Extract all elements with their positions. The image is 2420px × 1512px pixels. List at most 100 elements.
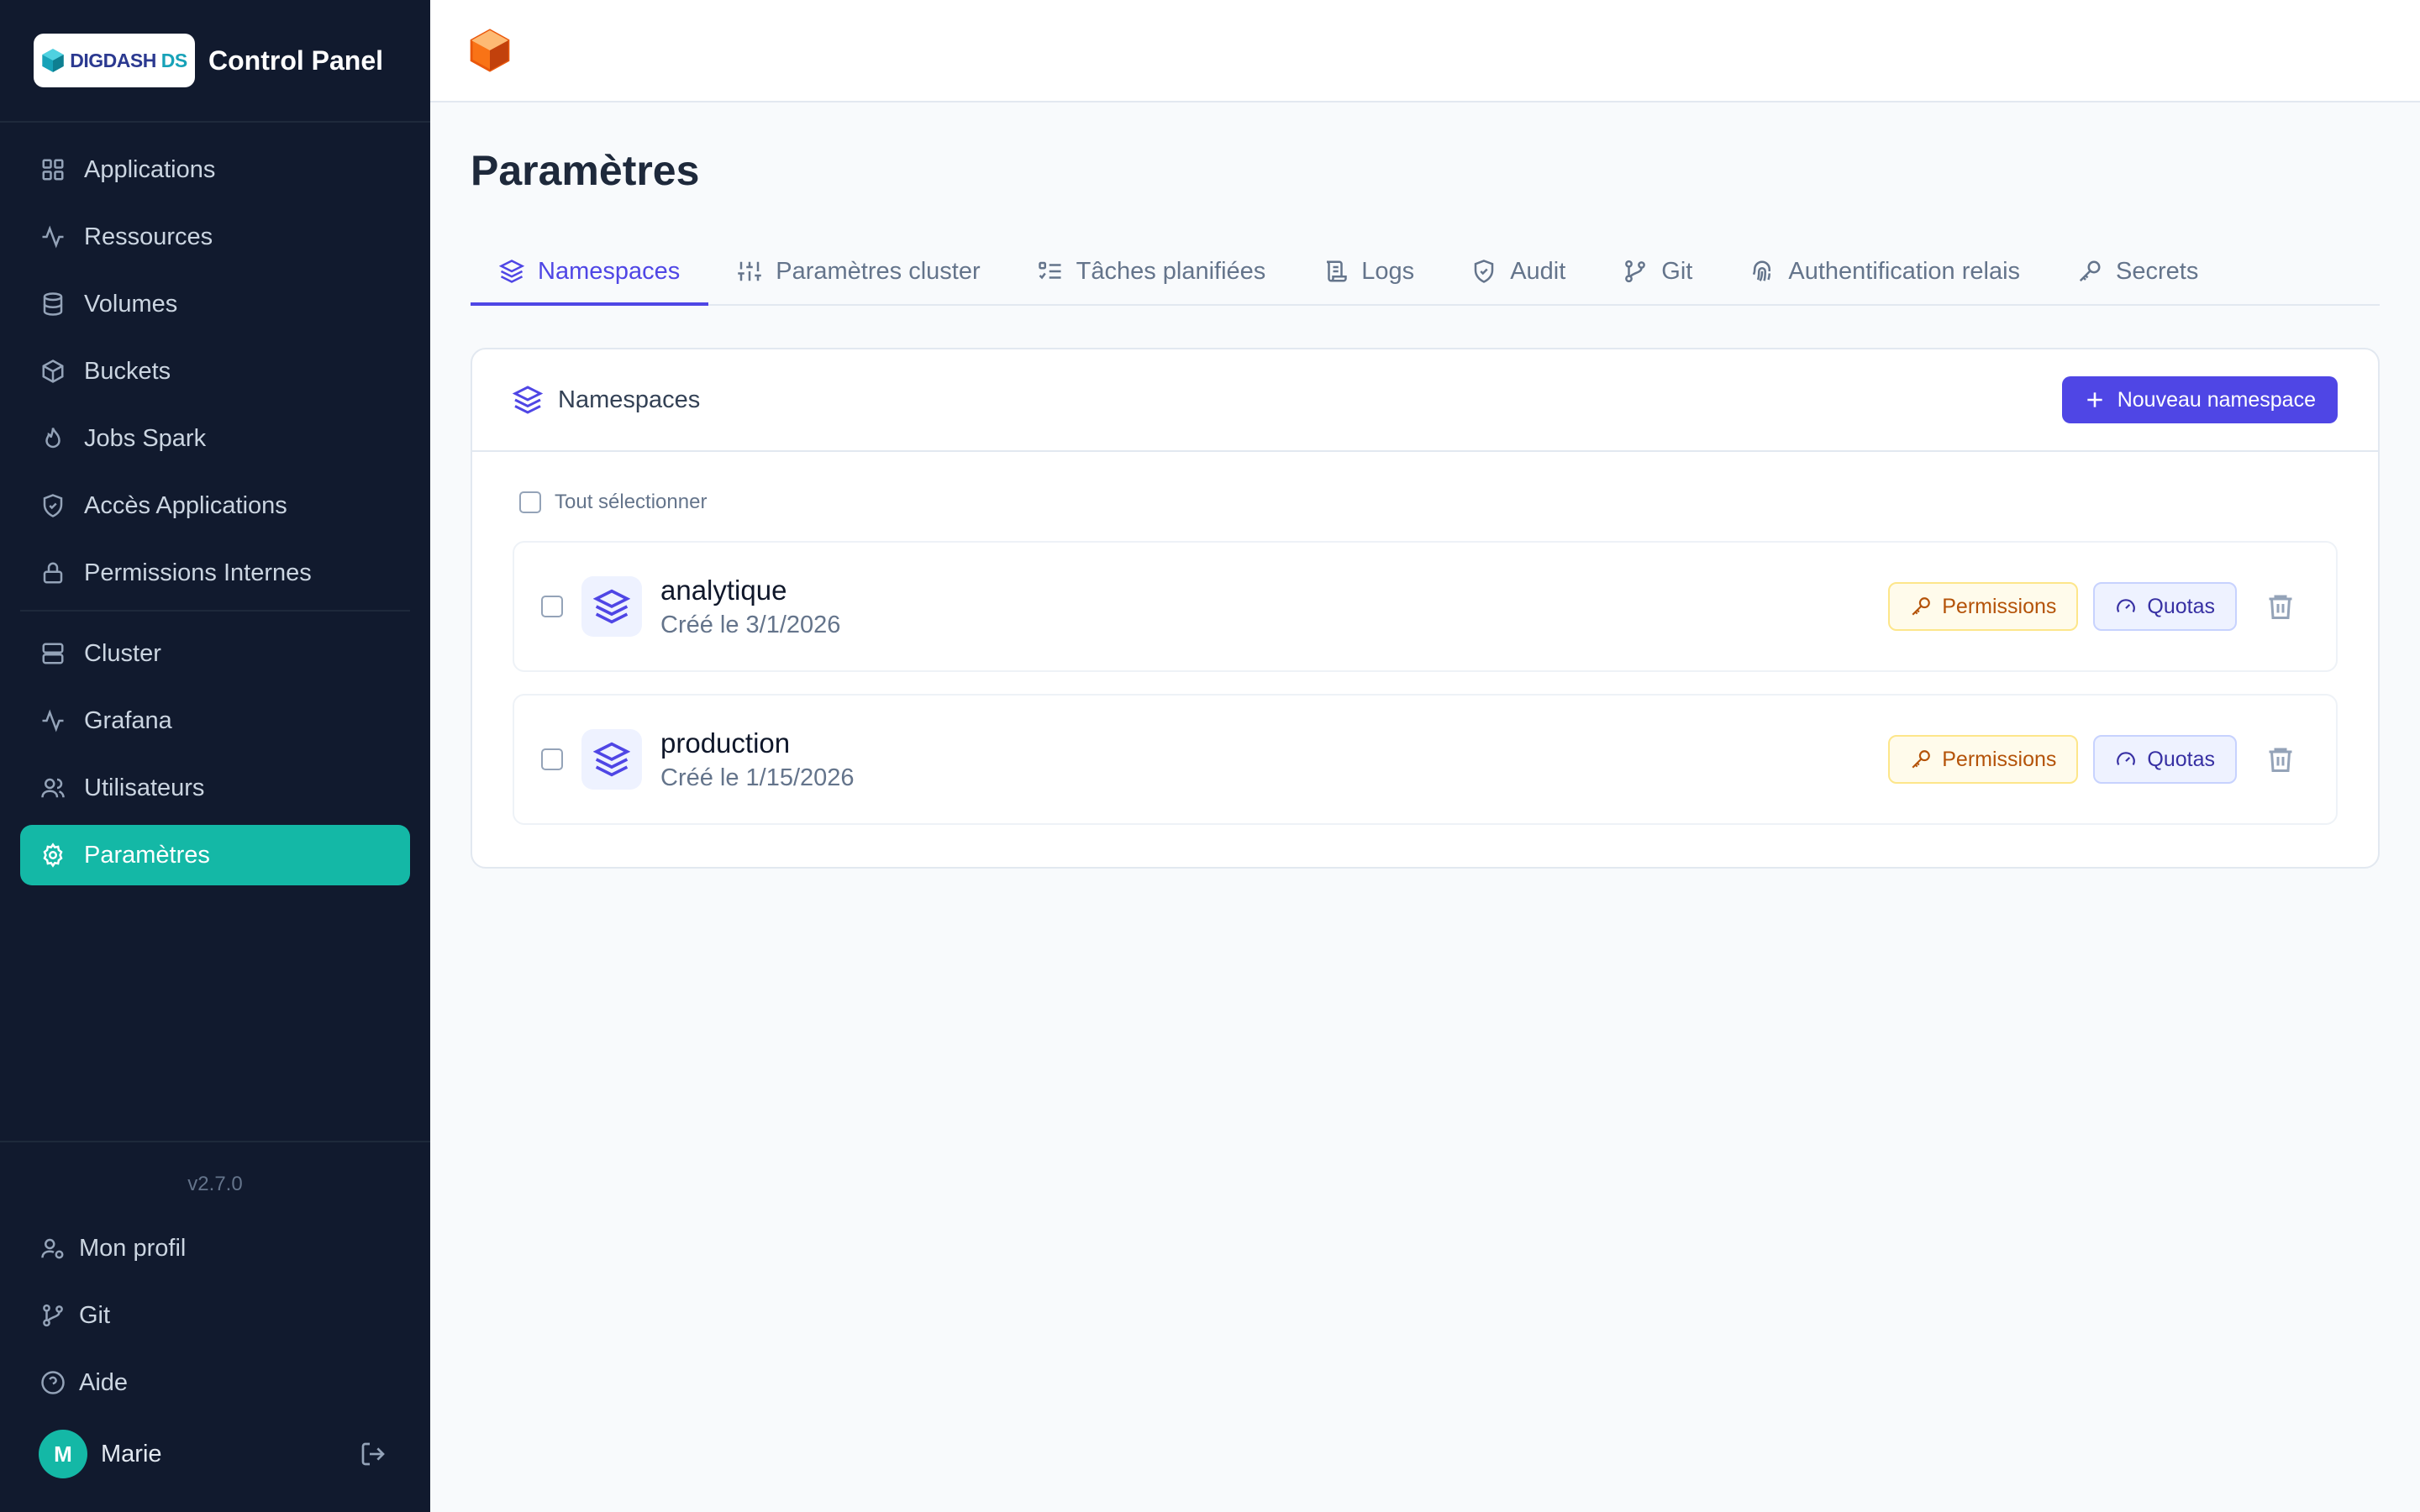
tab-label: Authentification relais [1788,257,2021,285]
tab-taches-planifiees[interactable]: Tâches planifiées [1009,239,1295,304]
database-icon [43,292,63,316]
settings-icon [43,843,63,868]
cube-logo-icon [42,49,64,72]
tab-authentification-relais[interactable]: Authentification relais [1721,239,2049,304]
sidebar-item-label: Ressources [84,223,213,250]
sidebar-divider [20,610,410,612]
tab-audit[interactable]: Audit [1443,239,1594,304]
quotas-label: Quotas [2147,594,2215,618]
tab-label: Audit [1510,257,1566,285]
users-icon [41,778,65,798]
namespace-created: Créé le 1/15/2026 [660,764,855,791]
tab-label: Secrets [2116,257,2199,285]
select-all-label: Tout sélectionner [555,491,708,513]
user-row: M Marie [0,1416,430,1492]
list-checks-icon [1038,261,1061,280]
tab-logs[interactable]: Logs [1294,239,1443,304]
box-icon [42,360,64,383]
brand-logo-text: DIGDASH DS [70,49,187,71]
namespace-icon-box [581,576,642,637]
sidebar-item-label: Utilisateurs [84,774,205,801]
tab-label: Paramètres cluster [776,257,981,285]
tab-label: Git [1661,257,1693,285]
tab-label: Tâches planifiées [1076,257,1266,285]
brand-logo[interactable]: DIGDASH DS [34,34,195,87]
namespaces-card: Namespaces Nouveau namespace Tout sélect… [471,348,2380,869]
sidebar-item-utilisateurs[interactable]: Utilisateurs [20,758,410,818]
tab-parametres-cluster[interactable]: Paramètres cluster [708,239,1008,304]
main-content: Paramètres Namespaces Paramètres cluster… [471,102,2380,869]
row-checkbox[interactable] [541,596,563,617]
sidebar-item-label: Aide [79,1368,129,1396]
layers-icon [499,260,524,283]
gauge-icon [2117,599,2136,612]
user-name: Marie [101,1440,162,1467]
sidebar-footer: v2.7.0 Mon profil Git Aide M Marie [0,1141,430,1512]
page-title: Paramètres [471,147,700,194]
sidebar-item-permissions-internes[interactable]: Permissions Internes [20,543,410,603]
select-all-checkbox[interactable] [519,491,541,513]
shield-check-icon [1474,260,1494,283]
namespace-icon-box [581,729,642,790]
sidebar-item-label: Cluster [84,639,161,667]
namespace-created: Créé le 3/1/2026 [660,611,841,638]
activity-icon [42,709,64,732]
flame-icon [45,428,60,449]
permissions-button[interactable]: Permissions [1888,582,2079,631]
sidebar-item-ressources[interactable]: Ressources [20,207,410,267]
list-item: analytique Créé le 3/1/2026 Permissions … [513,541,2338,672]
sidebar-item-label: Grafana [84,706,172,734]
trash-icon[interactable] [2265,591,2296,622]
sliders-icon [738,261,761,281]
key-icon [1912,597,1931,616]
logout-icon[interactable] [360,1441,387,1467]
sidebar-item-volumes[interactable]: Volumes [20,274,410,334]
brand-header: DIGDASH DS Control Panel [0,0,430,123]
sidebar-item-buckets[interactable]: Buckets [20,341,410,402]
sidebar-item-label: Git [79,1301,111,1329]
sidebar-item-applications[interactable]: Applications [20,139,410,200]
sidebar-item-git[interactable]: Git [0,1282,430,1349]
sidebar-item-parametres[interactable]: Paramètres [20,825,410,885]
tab-secrets[interactable]: Secrets [2049,239,2227,304]
shield-check-icon [43,494,63,517]
tab-namespaces[interactable]: Namespaces [471,239,709,306]
card-header: Namespaces Nouveau namespace [472,349,2378,452]
tab-git[interactable]: Git [1594,239,1721,304]
sidebar-item-jobs-spark[interactable]: Jobs Spark [20,408,410,469]
sidebar: DIGDASH DS Control Panel Applications Re… [0,0,430,1512]
avatar[interactable]: M [39,1430,87,1478]
plus-icon [2087,392,2102,407]
new-namespace-button[interactable]: Nouveau namespace [2061,376,2338,423]
permissions-button[interactable]: Permissions [1888,735,2079,784]
sidebar-item-mon-profil[interactable]: Mon profil [0,1215,430,1282]
sidebar-item-acces-applications[interactable]: Accès Applications [20,475,410,536]
fingerprint-icon [1753,260,1771,281]
app-title: Control Panel [208,45,384,76]
key-icon [2079,260,2101,282]
sidebar-item-cluster[interactable]: Cluster [20,623,410,684]
layers-icon [593,742,630,777]
app-version: v2.7.0 [187,1173,243,1195]
namespace-info: analytique Créé le 3/1/2026 [660,575,1873,639]
sidebar-item-label: Permissions Internes [84,559,312,586]
row-checkbox[interactable] [541,748,563,770]
quotas-button[interactable]: Quotas [2093,582,2237,631]
sidebar-item-grafana[interactable]: Grafana [20,690,410,751]
namespace-name: analytique [660,574,787,606]
gauge-icon [2117,752,2136,765]
quotas-button[interactable]: Quotas [2093,735,2237,784]
trash-icon[interactable] [2265,744,2296,774]
sidebar-item-aide[interactable]: Aide [0,1349,430,1416]
layers-icon [513,386,543,414]
card-body: Tout sélectionner analytique Créé le 3/1… [472,452,2378,825]
user-cog-icon [41,1238,64,1259]
new-namespace-label: Nouveau namespace [2117,387,2316,412]
sidebar-item-label: Volumes [84,290,178,318]
app-cube-logo-icon[interactable] [469,27,511,74]
top-bar [430,0,2420,102]
namespace-info: production Créé le 1/15/2026 [660,727,1873,792]
sidebar-item-label: Buckets [84,357,171,385]
namespace-name: production [660,727,791,759]
sidebar-item-label: Mon profil [79,1234,187,1262]
